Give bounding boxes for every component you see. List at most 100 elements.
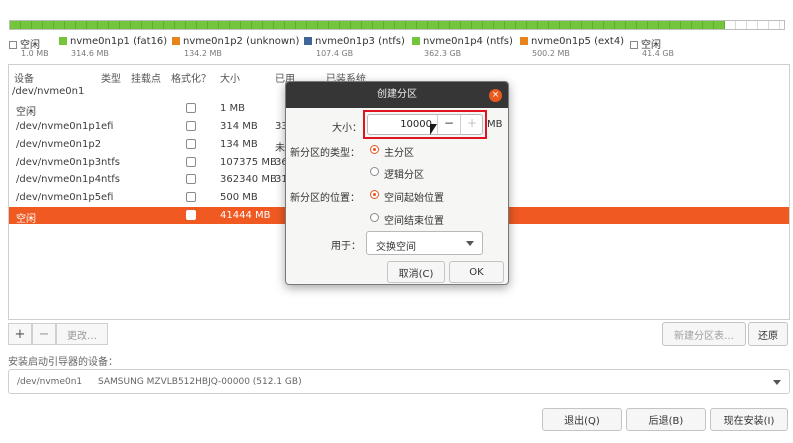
row-size: 41444 MB: [220, 210, 271, 221]
row-device: /dev/nvme0n1p5: [16, 192, 102, 203]
row-size: 134 MB: [220, 139, 258, 150]
format-checkbox[interactable]: [186, 174, 196, 184]
legend-size: 107.4 GB: [316, 49, 354, 58]
bootloader-label: 安装启动引导器的设备：: [8, 357, 118, 368]
decrease-size-button[interactable]: −: [437, 115, 460, 134]
revert-label: 还原: [758, 330, 778, 342]
legend-name: nvme0n1p4 (ntfs): [423, 36, 513, 47]
new-table-label: 新建分区表…: [674, 330, 734, 342]
legend-swatch: [172, 37, 180, 45]
legend-name: nvme0n1p5 (ext4): [531, 36, 625, 47]
remove-partition-button[interactable]: −: [32, 323, 56, 345]
use-as-label: 用于：: [331, 241, 361, 252]
format-checkbox[interactable]: [186, 121, 196, 131]
legend-swatch: [59, 37, 67, 45]
location-end-label[interactable]: 空间结束位置: [384, 212, 444, 227]
row-type: ntfs: [101, 157, 120, 168]
legend-item-nvme0n1p4: nvme0n1p4 (ntfs) 362.3 GB: [412, 36, 513, 62]
new-partition-table-button[interactable]: 新建分区表…: [662, 322, 746, 346]
row-size: 107375 MB: [220, 157, 277, 168]
legend-item-nvme0n1p5: nvme0n1p5 (ext4) 500.2 MB: [520, 36, 624, 62]
back-label: 后退(B): [648, 416, 684, 427]
legend-item-free-start: 空闲 1.0 MB: [9, 36, 49, 62]
location-end-radio[interactable]: [370, 213, 379, 222]
row-size: 1 MB: [220, 103, 246, 114]
partition-bar-used: [10, 21, 725, 29]
row-device: 空闲: [16, 107, 36, 118]
install-label: 现在安装(I): [723, 416, 775, 427]
legend-name: nvme0n1p3 (ntfs): [315, 36, 405, 47]
row-size: 314 MB: [220, 121, 258, 132]
row-device: /dev/nvme0n1p1: [16, 121, 102, 132]
bootloader-device: /dev/nvme0n1: [17, 377, 83, 387]
bootloader-device-select[interactable]: /dev/nvme0n1 SAMSUNG MZVLB512HBJQ-00000 …: [8, 369, 790, 394]
location-start-label[interactable]: 空间起始位置: [384, 189, 444, 204]
chevron-down-icon: [466, 241, 474, 246]
row-size: 362340 MB: [220, 174, 277, 185]
dialog-title: 创建分区: [377, 89, 417, 100]
legend-swatch: [630, 41, 638, 49]
remove-label: −: [38, 326, 50, 342]
type-logical-label[interactable]: 逻辑分区: [384, 166, 424, 181]
legend-size: 362.3 GB: [424, 49, 462, 58]
legend-swatch: [412, 37, 420, 45]
legend-swatch: [9, 41, 17, 49]
format-checkbox[interactable]: [186, 103, 196, 113]
change-partition-button[interactable]: 更改…: [56, 323, 108, 345]
legend-item-nvme0n1p2: nvme0n1p2 (unknown) 134.2 MB: [172, 36, 299, 62]
row-size: 500 MB: [220, 192, 258, 203]
type-logical-radio[interactable]: [370, 167, 379, 176]
revert-button[interactable]: 还原: [748, 322, 788, 346]
size-label: 大小：: [332, 123, 362, 134]
format-checkbox[interactable]: [186, 139, 196, 149]
location-start-radio[interactable]: [370, 190, 379, 199]
format-checkbox[interactable]: [186, 210, 196, 220]
legend-size: 134.2 MB: [184, 49, 222, 58]
row-device: /dev/nvme0n1p3: [16, 157, 102, 168]
partition-location-label: 新分区的位置：: [290, 193, 360, 204]
row-type: efi: [101, 192, 114, 203]
type-primary-label[interactable]: 主分区: [384, 144, 414, 159]
increase-size-button[interactable]: +: [460, 115, 483, 134]
quit-label: 退出(Q): [564, 416, 600, 427]
ok-button[interactable]: OK: [449, 261, 504, 283]
legend-item-free-end: 空闲 41.4 GB: [630, 36, 674, 62]
partition-bar-free-end: [725, 21, 784, 29]
dialog-title-bar: 创建分区: [286, 82, 508, 108]
legend-size: 1.0 MB: [21, 49, 49, 58]
add-partition-button[interactable]: +: [8, 323, 32, 345]
chevron-down-icon: [773, 380, 781, 385]
row-used: 未: [275, 143, 285, 154]
format-checkbox[interactable]: [186, 192, 196, 202]
row-type: efi: [101, 121, 114, 132]
ok-label: OK: [469, 266, 484, 278]
row-type: ntfs: [101, 174, 120, 185]
legend-item-nvme0n1p3: nvme0n1p3 (ntfs) 107.4 GB: [304, 36, 405, 62]
size-spinbutton[interactable]: 10000 − +: [367, 114, 483, 135]
size-value: 10000: [400, 119, 432, 130]
legend-size: 314.6 MB: [71, 49, 109, 58]
row-device: /dev/nvme0n1p2: [16, 139, 102, 150]
add-label: +: [14, 326, 26, 342]
install-now-button[interactable]: 现在安装(I): [710, 408, 788, 431]
format-checkbox[interactable]: [186, 157, 196, 167]
type-primary-radio[interactable]: [370, 145, 379, 154]
partition-type-label: 新分区的类型：: [290, 148, 360, 159]
legend-name: nvme0n1p1 (fat16): [70, 36, 168, 47]
size-unit: MB: [487, 119, 503, 130]
use-as-value: 交换空间: [376, 242, 416, 253]
quit-button[interactable]: 退出(Q): [542, 408, 622, 431]
use-as-select[interactable]: 交换空间: [366, 231, 483, 255]
row-device: /dev/nvme0n1p4: [16, 174, 102, 185]
legend-size: 41.4 GB: [642, 49, 675, 58]
back-button[interactable]: 后退(B): [626, 408, 706, 431]
row-device: 空闲: [16, 214, 36, 225]
legend-swatch: [520, 37, 528, 45]
mouse-cursor-icon: [430, 124, 437, 135]
cancel-button[interactable]: 取消(C): [387, 261, 445, 283]
close-icon[interactable]: ×: [489, 89, 502, 102]
cancel-label: 取消(C): [398, 268, 434, 280]
legend-name: nvme0n1p2 (unknown): [183, 36, 300, 47]
row-device: /dev/nvme0n1: [12, 86, 85, 97]
legend-size: 500.2 MB: [532, 49, 570, 58]
